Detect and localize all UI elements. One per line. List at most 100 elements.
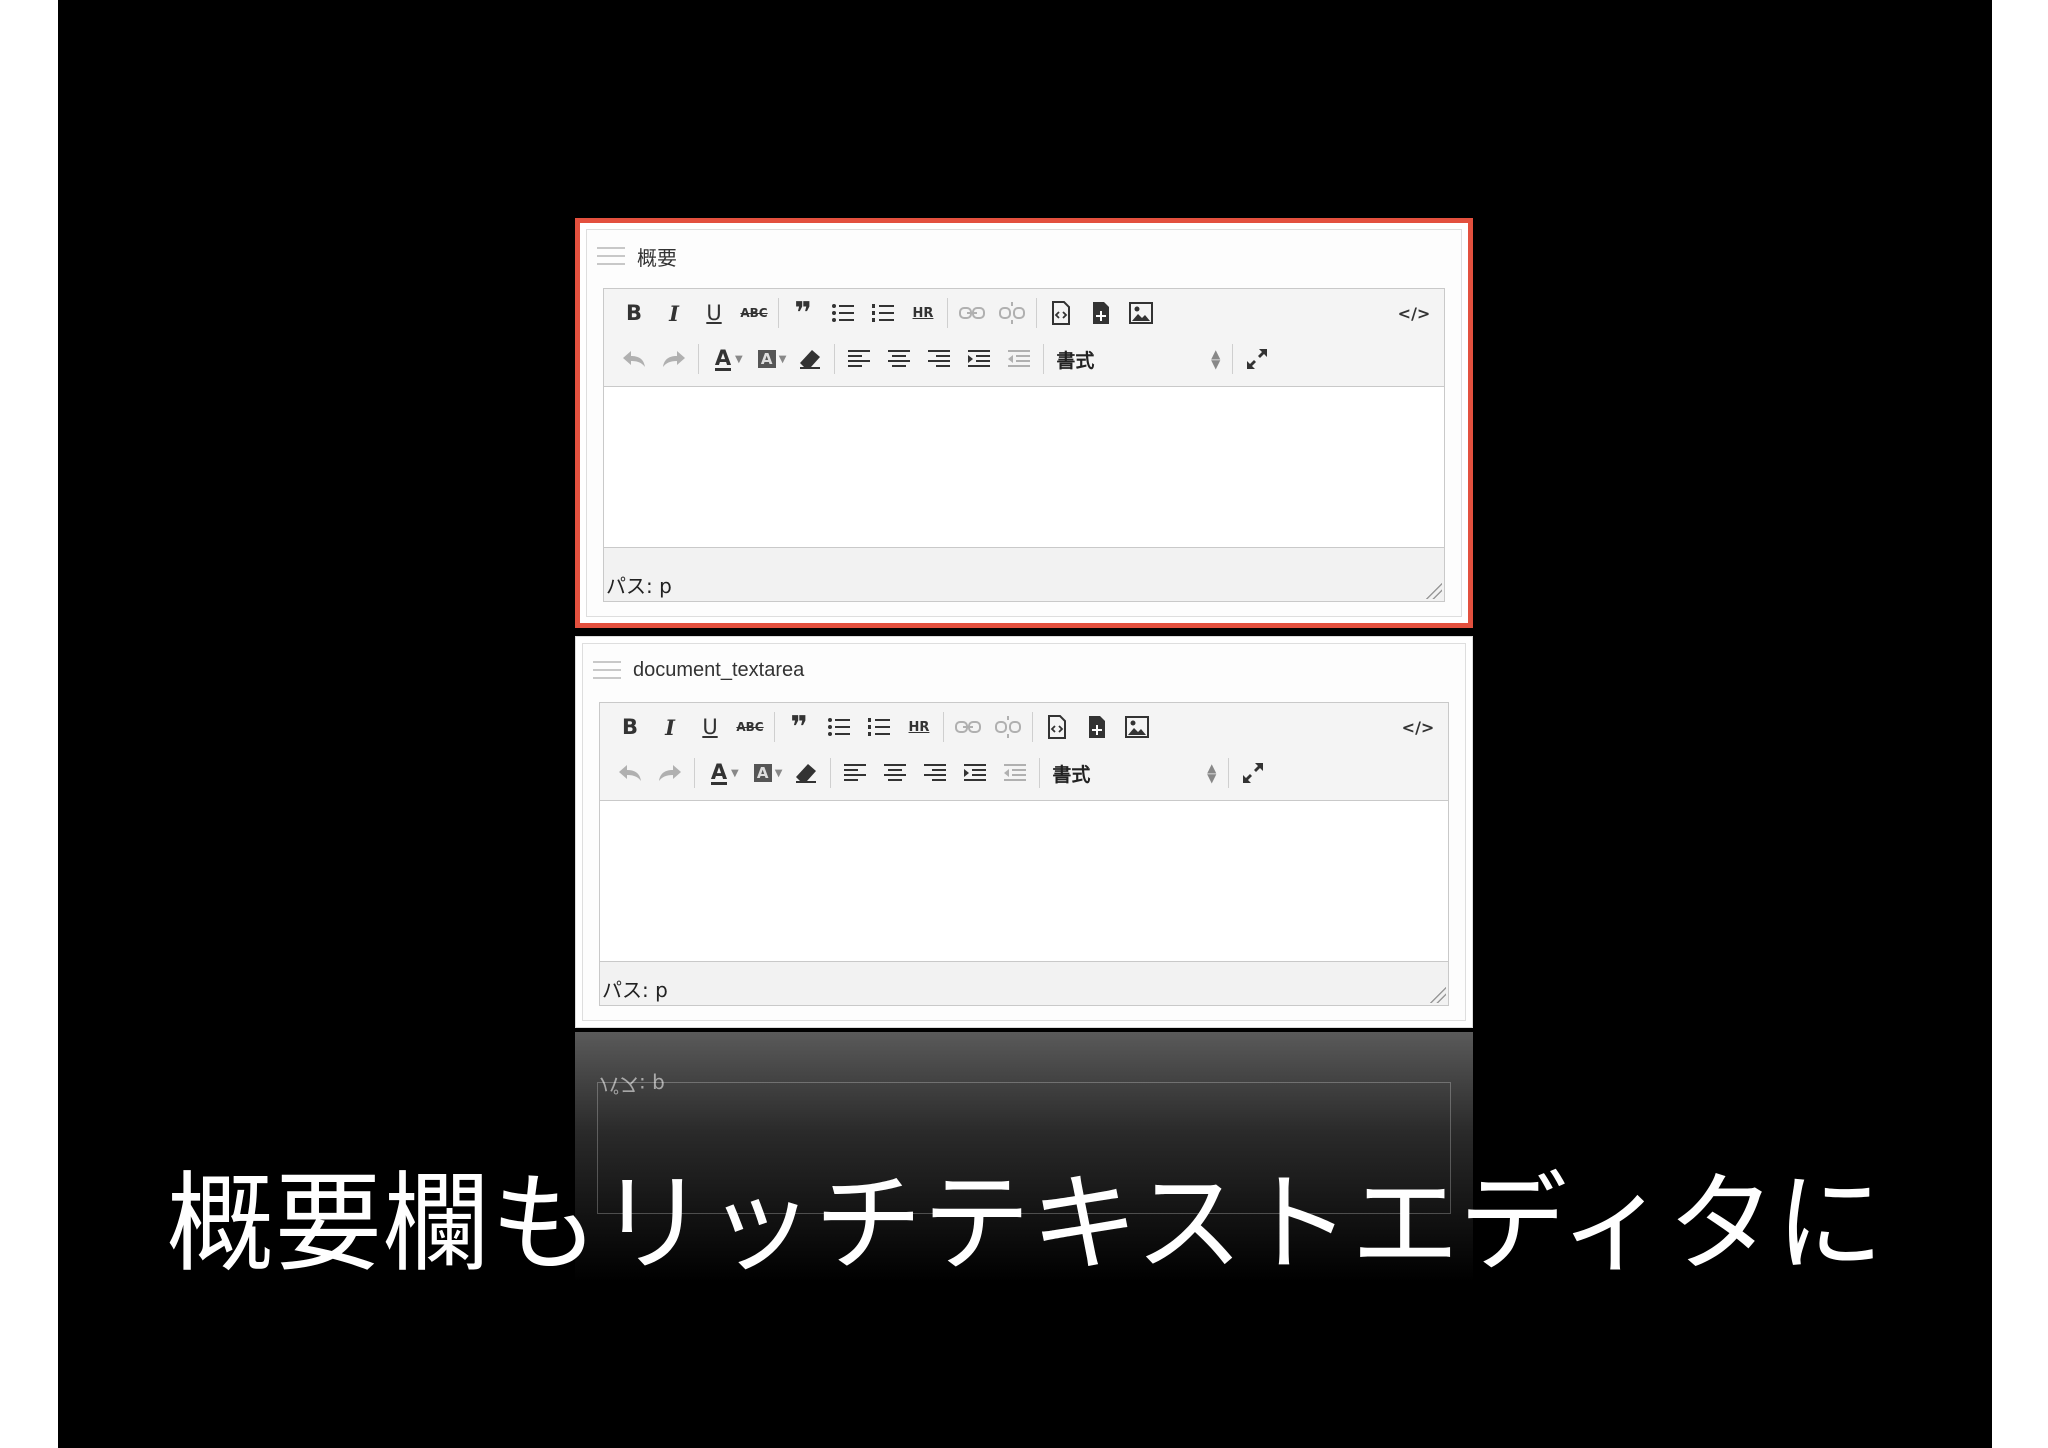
drag-handle-icon[interactable]: [597, 247, 625, 265]
maximize-button[interactable]: [1233, 756, 1273, 790]
unlink-button[interactable]: [988, 710, 1028, 744]
toolbar-separator: [1036, 298, 1037, 328]
blockquote-button[interactable]: ❞: [779, 710, 819, 745]
format-select-label: 書式: [1052, 763, 1091, 786]
link-button[interactable]: [952, 296, 992, 330]
italic-button[interactable]: I: [654, 296, 694, 330]
image-button[interactable]: [1121, 296, 1161, 330]
new-page-button[interactable]: [1081, 296, 1121, 330]
remove-format-button[interactable]: [786, 756, 826, 790]
editor-content-area[interactable]: [600, 801, 1448, 962]
template-button[interactable]: [1041, 296, 1081, 330]
toolbar-separator: [1043, 344, 1045, 374]
toolbar-separator: [1228, 758, 1230, 788]
align-center-icon: [888, 350, 911, 367]
align-left-button[interactable]: [839, 342, 879, 376]
field-header: document_textarea: [593, 654, 804, 686]
toolbar-row-2: A ▼ A ▼ 書式 ▲ ▼: [610, 753, 1438, 793]
underline-button[interactable]: U: [694, 296, 734, 330]
document-code-icon: [1052, 301, 1070, 325]
bold-icon: B: [621, 715, 638, 739]
new-page-button[interactable]: [1077, 710, 1117, 744]
bold-icon: B: [625, 301, 642, 325]
bulleted-list-button[interactable]: [819, 710, 859, 744]
strikethrough-button[interactable]: ABC: [730, 710, 770, 744]
unlink-button[interactable]: [992, 296, 1032, 330]
remove-format-button[interactable]: [790, 342, 830, 376]
field-panel-summary: 概要 B I U ABC ❞ HR </> A ▼ A ▼ 書式 ▲ ▼ パス:…: [575, 218, 1473, 628]
source-code-icon: </>: [1397, 303, 1431, 323]
editor-toolbar: B I U ABC ❞ HR </> A ▼ A ▼ 書式 ▲ ▼: [604, 289, 1444, 387]
align-left-icon: [848, 350, 871, 367]
italic-icon: I: [669, 300, 679, 326]
horizontal-rule-button[interactable]: HR: [903, 296, 943, 330]
blockquote-button[interactable]: ❞: [783, 296, 823, 331]
bold-button[interactable]: B: [614, 296, 654, 330]
redo-icon: [659, 765, 681, 781]
indent-button[interactable]: [959, 342, 999, 376]
align-left-icon: [844, 764, 867, 781]
up-down-arrow-icon: ▲ ▼: [1211, 347, 1221, 371]
field-panel-inner: document_textarea B I U ABC ❞ HR </> A ▼…: [582, 643, 1466, 1021]
undo-icon: [619, 765, 641, 781]
outdent-button[interactable]: [995, 756, 1035, 790]
resize-handle-icon[interactable]: [1430, 987, 1446, 1003]
bulleted-list-button[interactable]: [823, 296, 863, 330]
maximize-icon: [1247, 349, 1268, 369]
underline-button[interactable]: U: [690, 710, 730, 744]
bold-button[interactable]: B: [610, 710, 650, 744]
toolbar-separator: [834, 344, 836, 374]
source-button[interactable]: </>: [1394, 296, 1434, 330]
chevron-down-icon[interactable]: ▼: [735, 354, 743, 365]
element-path: パス: p: [606, 574, 672, 598]
field-panel-document-textarea: document_textarea B I U ABC ❞ HR </> A ▼…: [575, 636, 1473, 1028]
align-center-button[interactable]: [879, 342, 919, 376]
resize-handle-icon[interactable]: [1426, 583, 1442, 599]
chevron-down-icon[interactable]: ▼: [731, 768, 739, 779]
source-button[interactable]: </>: [1398, 710, 1438, 744]
align-right-button[interactable]: [915, 756, 955, 790]
maximize-icon: [1243, 763, 1264, 783]
redo-button[interactable]: [650, 756, 690, 790]
toolbar-separator: [1232, 344, 1234, 374]
image-icon: [1129, 302, 1153, 324]
align-right-button[interactable]: [919, 342, 959, 376]
image-button[interactable]: [1117, 710, 1157, 744]
maximize-button[interactable]: [1237, 342, 1277, 376]
horizontal-rule-icon: HR: [908, 719, 930, 735]
format-select[interactable]: 書式 ▲ ▼: [1048, 343, 1228, 375]
horizontal-rule-button[interactable]: HR: [899, 710, 939, 744]
field-title: 概要: [637, 247, 677, 270]
align-center-button[interactable]: [875, 756, 915, 790]
editor-content-area[interactable]: [604, 387, 1444, 548]
toolbar-row-2: A ▼ A ▼ 書式 ▲ ▼: [614, 339, 1434, 379]
chevron-down-icon[interactable]: ▼: [779, 354, 787, 365]
redo-button[interactable]: [654, 342, 694, 376]
indent-button[interactable]: [955, 756, 995, 790]
outdent-button[interactable]: [999, 342, 1039, 376]
format-select[interactable]: 書式 ▲ ▼: [1044, 757, 1224, 789]
link-button[interactable]: [948, 710, 988, 744]
toolbar-separator: [698, 344, 699, 374]
italic-button[interactable]: I: [650, 710, 690, 744]
eraser-icon: [800, 350, 821, 369]
chevron-down-icon[interactable]: ▼: [775, 768, 783, 779]
indent-icon: [968, 350, 991, 367]
drag-handle-icon[interactable]: [593, 661, 621, 679]
document-code-icon: [1048, 715, 1066, 739]
strikethrough-button[interactable]: ABC: [734, 296, 774, 330]
numbered-list-button[interactable]: [859, 710, 899, 744]
toolbar-separator: [947, 298, 948, 328]
undo-button[interactable]: [610, 756, 650, 790]
format-select-label: 書式: [1056, 349, 1095, 372]
eraser-icon: [796, 764, 817, 783]
undo-button[interactable]: [614, 342, 654, 376]
bulleted-list-icon: [832, 304, 854, 322]
undo-icon: [623, 351, 645, 367]
toolbar-separator: [1032, 712, 1033, 742]
horizontal-rule-icon: HR: [912, 305, 934, 321]
toolbar-separator: [774, 712, 775, 742]
align-left-button[interactable]: [835, 756, 875, 790]
numbered-list-button[interactable]: [863, 296, 903, 330]
template-button[interactable]: [1037, 710, 1077, 744]
